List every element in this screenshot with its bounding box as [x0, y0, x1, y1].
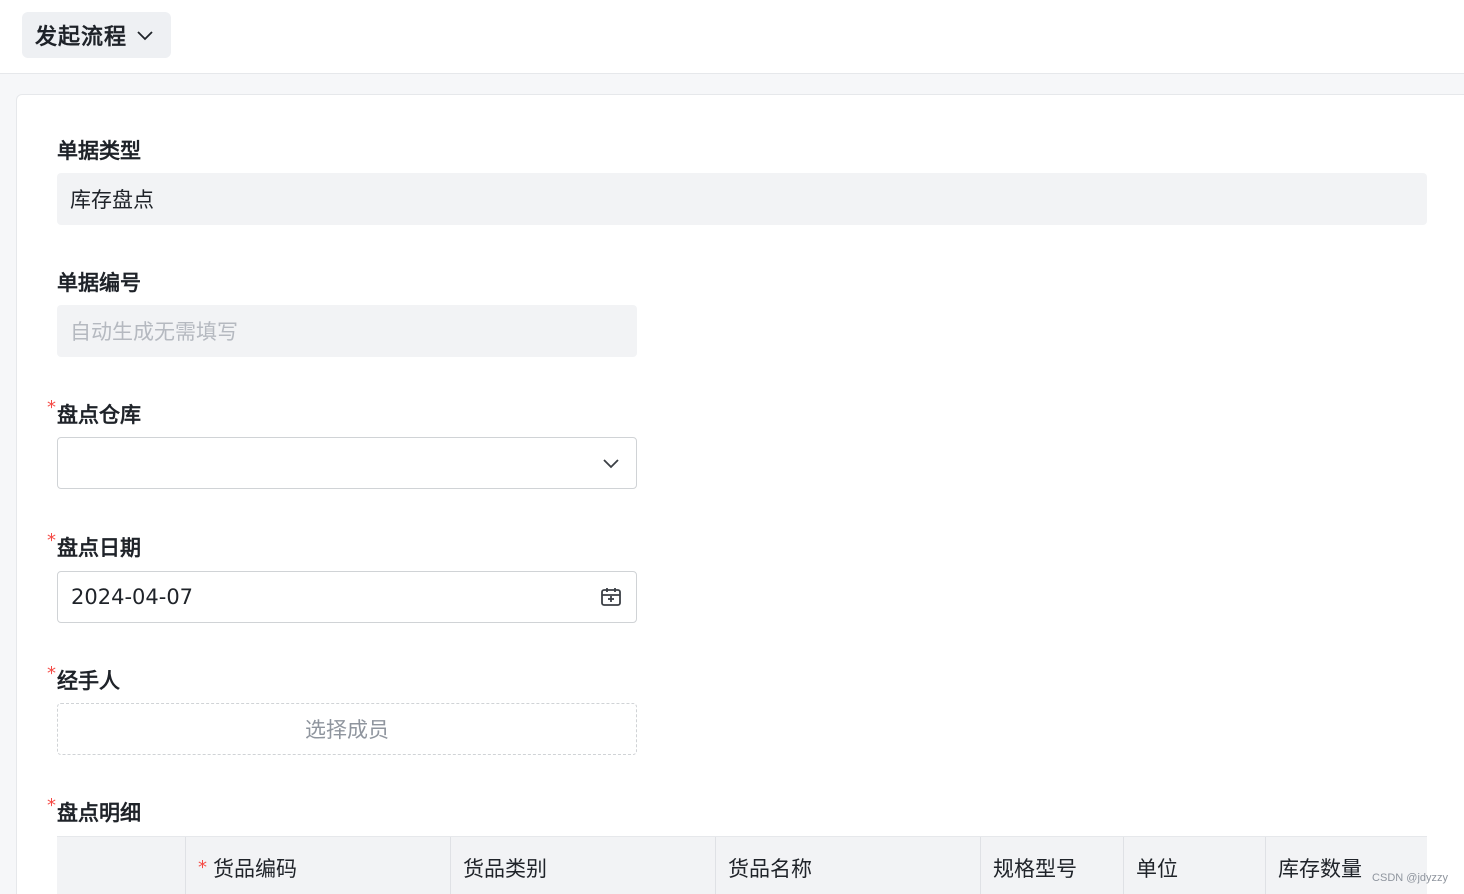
- required-mark: *: [47, 397, 56, 418]
- start-flow-dropdown[interactable]: 发起流程: [22, 12, 171, 58]
- date-value: 2024-04-07: [71, 585, 194, 609]
- chevron-down-icon: [135, 25, 155, 45]
- required-mark: *: [198, 857, 207, 878]
- doc-type-field: 库存盘点: [57, 173, 1427, 225]
- doc-no-field: 自动生成无需填写: [57, 305, 637, 357]
- start-flow-label: 发起流程: [35, 25, 128, 50]
- form-card: 单据类型 库存盘点 单据编号 自动生成无需填写 * 盘点仓库 * 盘点日期 20…: [16, 94, 1464, 894]
- required-mark: *: [47, 530, 56, 551]
- details-table-header: * 货品编码 货品类别 货品名称 规格型号 单位 库存数量: [57, 836, 1427, 894]
- doc-type-value: 库存盘点: [70, 188, 154, 212]
- doc-no-label: 单据编号: [57, 271, 141, 295]
- date-label: * 盘点日期: [47, 530, 141, 562]
- details-label-text: 盘点明细: [57, 801, 141, 825]
- column-header-goods-name: 货品名称: [716, 837, 981, 894]
- column-header-goods-category: 货品类别: [451, 837, 716, 894]
- watermark: CSDN @jdyzzy: [1372, 872, 1448, 884]
- required-mark: *: [47, 663, 56, 684]
- column-header-stock-qty: 库存数量: [1278, 856, 1362, 881]
- select-member-button[interactable]: 选择成员: [57, 703, 637, 755]
- column-header-spec: 规格型号: [981, 837, 1124, 894]
- required-mark: *: [47, 795, 56, 816]
- warehouse-select[interactable]: [57, 437, 637, 489]
- column-header-unit: 单位: [1124, 837, 1266, 894]
- handler-label: * 经手人: [47, 663, 120, 695]
- top-bar: 发起流程: [0, 0, 1464, 74]
- select-member-label: 选择成员: [305, 718, 389, 742]
- handler-label-text: 经手人: [57, 669, 120, 693]
- date-label-text: 盘点日期: [57, 536, 141, 560]
- doc-type-label: 单据类型: [57, 139, 141, 163]
- warehouse-label: * 盘点仓库: [47, 397, 141, 429]
- chevron-down-icon: [600, 452, 622, 474]
- details-label: * 盘点明细: [47, 795, 141, 827]
- date-picker[interactable]: 2024-04-07: [57, 571, 637, 623]
- calendar-icon[interactable]: [600, 586, 622, 608]
- warehouse-label-text: 盘点仓库: [57, 403, 141, 427]
- doc-no-placeholder: 自动生成无需填写: [70, 320, 238, 344]
- column-header-goods-code: * 货品编码: [186, 837, 451, 894]
- column-header: [57, 837, 186, 894]
